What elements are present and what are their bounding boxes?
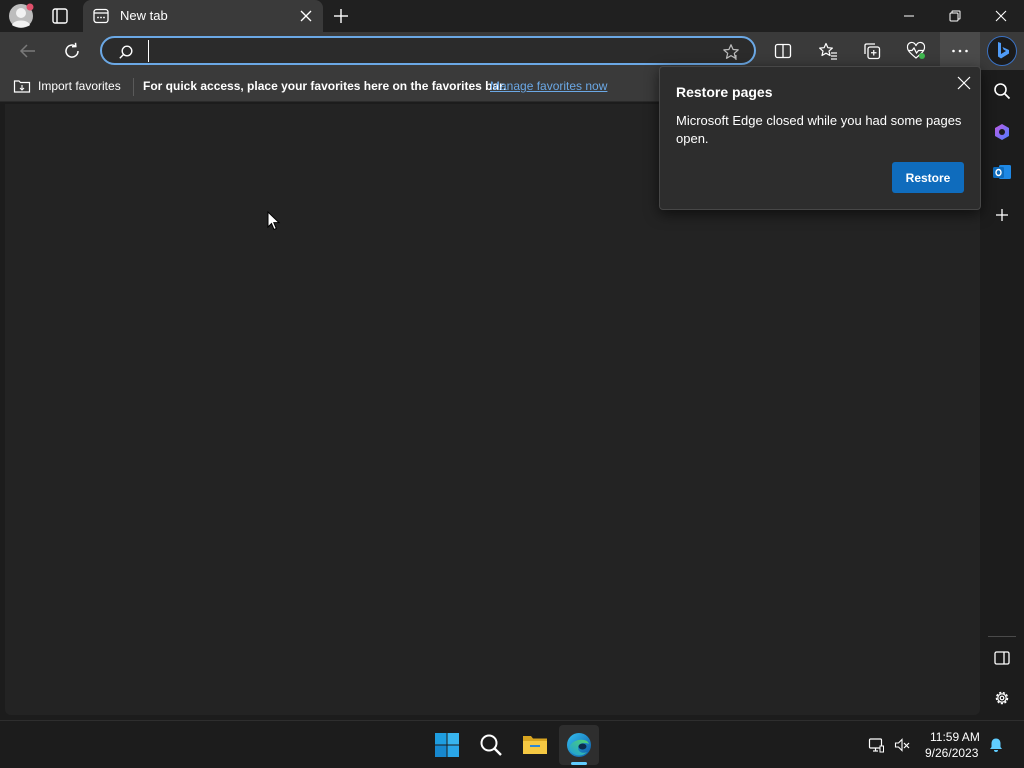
address-input[interactable] (148, 40, 708, 62)
browser-essentials-icon[interactable] (906, 41, 926, 61)
restore-button[interactable]: Restore (892, 162, 964, 193)
sidebar (980, 70, 1024, 720)
tab-new-tab[interactable]: New tab (83, 0, 323, 32)
clock-date[interactable]: 9/26/2023 (925, 746, 978, 760)
dialog-title: Restore pages (676, 84, 773, 100)
new-tab-plus-icon[interactable] (331, 6, 351, 26)
minimize-button[interactable] (886, 0, 932, 32)
sidebar-designer-icon[interactable] (991, 121, 1013, 143)
close-window-button[interactable] (978, 0, 1024, 32)
sidebar-divider (988, 636, 1016, 637)
notification-bell-icon[interactable] (988, 737, 1004, 753)
new-tab-page-icon (93, 8, 109, 24)
search-icon (118, 44, 134, 60)
more-dots-icon (952, 49, 968, 53)
favorites-icon[interactable] (818, 41, 838, 61)
favorites-divider (133, 78, 134, 96)
taskbar: 11:59 AM 9/26/2023 (0, 720, 1024, 768)
start-windows-icon[interactable] (433, 731, 461, 759)
import-favorites-button[interactable]: Import favorites (38, 79, 121, 93)
mouse-cursor-icon (267, 211, 281, 231)
active-app-indicator (571, 762, 587, 765)
taskbar-search-icon[interactable] (477, 731, 505, 759)
clock-time[interactable]: 11:59 AM (930, 730, 980, 744)
close-tab-icon[interactable] (299, 9, 313, 23)
dialog-message: Microsoft Edge closed while you had some… (676, 113, 962, 146)
restore-window-button[interactable] (932, 0, 978, 32)
copilot-button[interactable] (987, 36, 1017, 66)
network-icon[interactable] (868, 737, 884, 753)
bing-copilot-icon (998, 42, 1009, 59)
tab-actions-icon[interactable] (48, 6, 72, 26)
tab-title: New tab (120, 8, 168, 23)
add-favorite-star-icon[interactable] (722, 43, 740, 61)
sidebar-add-icon[interactable] (991, 204, 1013, 226)
toolbar (0, 32, 980, 70)
volume-muted-icon[interactable] (894, 737, 910, 753)
favorites-bar-message: For quick access, place your favorites h… (143, 79, 507, 93)
refresh-icon[interactable] (62, 41, 82, 61)
import-favorites-icon[interactable] (13, 78, 31, 94)
collections-icon[interactable] (862, 41, 882, 61)
settings-and-more-button[interactable] (940, 32, 980, 70)
close-dialog-icon[interactable] (956, 75, 972, 91)
manage-favorites-link[interactable]: Manage favorites now (490, 79, 607, 93)
title-bar: New tab (0, 0, 1024, 32)
hide-sidebar-icon[interactable] (991, 647, 1013, 669)
sidebar-outlook-icon[interactable] (991, 161, 1013, 183)
sidebar-settings-gear-icon[interactable] (991, 687, 1013, 709)
sidebar-search-icon[interactable] (991, 80, 1013, 102)
edge-browser-icon[interactable] (565, 731, 593, 759)
file-explorer-icon[interactable] (521, 731, 549, 759)
back-arrow-icon[interactable] (18, 41, 38, 61)
address-bar[interactable] (100, 36, 756, 65)
split-screen-icon[interactable] (773, 41, 793, 61)
profile-avatar-icon[interactable] (8, 3, 34, 29)
restore-pages-dialog: Restore pages Microsoft Edge closed whil… (659, 66, 981, 210)
